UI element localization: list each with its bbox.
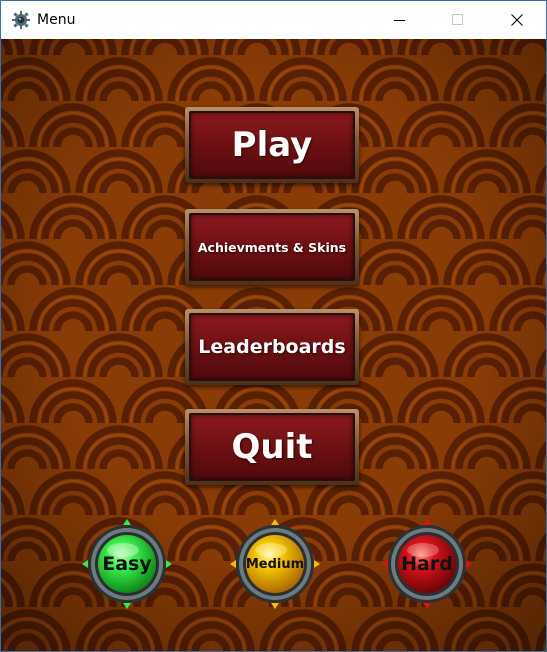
quit-button-label: Quit	[189, 413, 355, 481]
hard-difficulty-button[interactable]: Hard	[379, 516, 475, 612]
easy-difficulty-button[interactable]: Easy	[79, 516, 175, 612]
maximize-icon	[452, 14, 463, 25]
minimize-icon	[394, 20, 405, 21]
quit-button[interactable]: Quit	[185, 409, 359, 485]
easy-label: Easy	[102, 553, 152, 575]
window-title: Menu	[37, 12, 76, 28]
play-button[interactable]: Play	[185, 107, 359, 183]
game-menu-area: Play Achievments & Skins Leaderboards Qu…	[1, 39, 546, 651]
play-button-label: Play	[189, 111, 355, 179]
gear-app-icon	[12, 11, 30, 29]
leaderboards-button[interactable]: Leaderboards	[185, 309, 359, 385]
maximize-button[interactable]	[429, 1, 487, 39]
close-button[interactable]	[488, 1, 546, 39]
minimize-button[interactable]	[371, 1, 429, 39]
leaderboards-button-label: Leaderboards	[189, 313, 355, 381]
hard-label: Hard	[401, 553, 453, 575]
title-bar[interactable]: Menu	[1, 1, 546, 39]
achievements-button-label: Achievments & Skins	[189, 213, 355, 281]
medium-difficulty-button[interactable]: Medium	[227, 516, 323, 612]
app-window: Menu Play Achievments & Skins Leaderboar…	[0, 0, 547, 652]
close-icon	[511, 14, 523, 26]
achievements-skins-button[interactable]: Achievments & Skins	[185, 209, 359, 285]
medium-label: Medium	[245, 556, 305, 572]
